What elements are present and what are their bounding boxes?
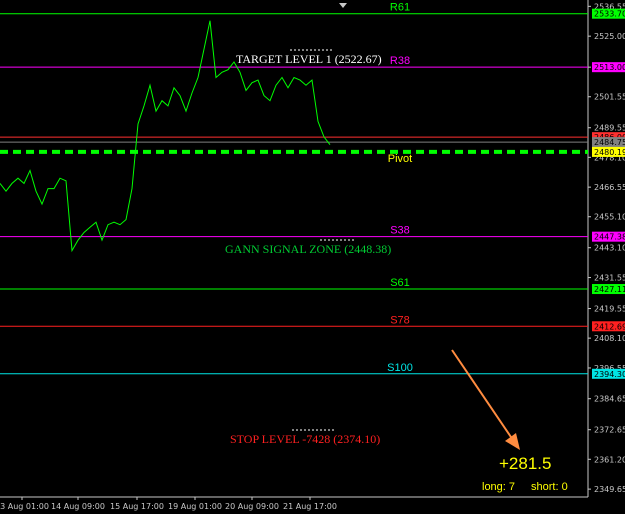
level-label-r38: R38 xyxy=(390,55,410,67)
long-count: long: 7 xyxy=(482,481,515,493)
price-chart-canvas[interactable]: R61R38PivotS38S61S78S100 2536.552525.002… xyxy=(0,0,625,514)
price-tick-label: 2361.20 xyxy=(594,455,625,464)
arrow-head-icon xyxy=(505,433,520,450)
level-label-pivot: Pivot xyxy=(388,153,412,165)
short-count: short: 0 xyxy=(531,481,568,493)
level-label-r61: R61 xyxy=(390,2,410,14)
price-tag-label: 2480.19 xyxy=(594,148,625,157)
trend-arrow xyxy=(451,349,514,441)
time-tick-label: 20 Aug 09:00 xyxy=(225,502,279,511)
time-tick-label: 13 Aug 01:00 xyxy=(0,502,49,511)
price-tick-label: 2455.10 xyxy=(594,213,625,222)
price-tag-label: 2533.70 xyxy=(594,10,625,19)
gann-zone-label: GANN SIGNAL ZONE (2448.38) xyxy=(225,242,391,256)
price-tag-label: 2427.11 xyxy=(594,285,625,294)
price-tag-label: 2447.38 xyxy=(594,233,625,242)
price-tick-label: 2525.00 xyxy=(594,32,625,41)
time-tick-label: 19 Aug 01:00 xyxy=(168,502,222,511)
pnl-value: +281.5 xyxy=(499,454,551,473)
price-tick-label: 2443.10 xyxy=(594,244,625,253)
time-tick-label: 15 Aug 17:00 xyxy=(110,502,164,511)
chart-shift-marker-icon[interactable] xyxy=(339,3,347,8)
price-tick-label: 2489.55 xyxy=(594,124,625,133)
time-tick-label: 14 Aug 09:00 xyxy=(51,502,105,511)
price-axis-ticks: 2536.552525.002513.002501.552489.552478.… xyxy=(588,2,625,494)
price-tag-label: 2484.75 xyxy=(594,138,625,147)
price-tag-label: 2394.30 xyxy=(594,370,625,379)
target-level-label: TARGET LEVEL 1 (2522.67) xyxy=(236,52,382,66)
level-label-s38: S38 xyxy=(390,225,410,237)
price-tick-label: 2431.55 xyxy=(594,274,625,283)
level-label-s78: S78 xyxy=(390,314,410,326)
price-tag-label: 2513.00 xyxy=(594,63,625,72)
price-tick-label: 2501.55 xyxy=(594,93,625,102)
price-tick-label: 2349.65 xyxy=(594,485,625,494)
time-tick-label: 21 Aug 17:00 xyxy=(283,502,337,511)
price-tick-label: 2408.10 xyxy=(594,334,625,343)
price-tick-label: 2466.55 xyxy=(594,183,625,192)
level-label-s61: S61 xyxy=(390,277,410,289)
trading-chart[interactable]: R61 R38 Pivot S38 S61 S78 S100 2536.55 2525.00 2… xyxy=(0,0,625,514)
price-tick-label: 2384.65 xyxy=(594,395,625,404)
price-tick-label: 2372.65 xyxy=(594,426,625,435)
stop-level-label: STOP LEVEL -7428 (2374.10) xyxy=(230,432,380,446)
time-axis-ticks: 13 Aug 01:00 14 Aug 09:00 15 Aug 17:00 19 A… xyxy=(0,497,337,511)
price-tick-label: 2419.55 xyxy=(594,305,625,314)
price-tag-label: 2412.69 xyxy=(594,322,625,331)
level-label-s100: S100 xyxy=(387,362,413,374)
price-axis-tags: 2533.702513.002486.002484.752480.192447.… xyxy=(592,8,625,379)
